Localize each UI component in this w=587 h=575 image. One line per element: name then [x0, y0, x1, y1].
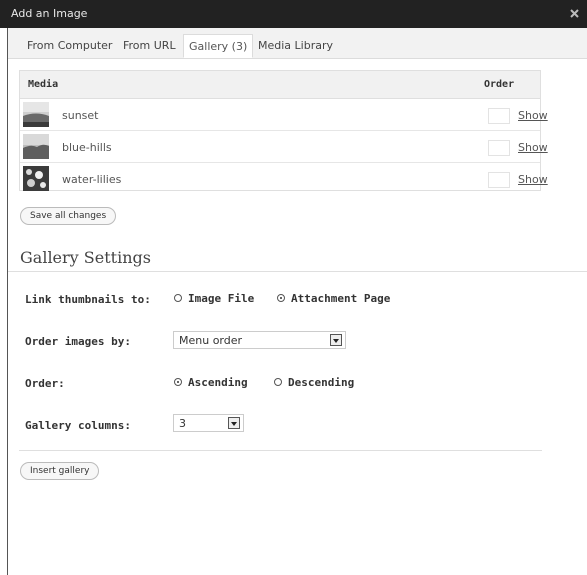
thumbnail-water-lilies	[23, 166, 49, 191]
show-link[interactable]: Show	[518, 173, 548, 186]
dialog-body: From Computer From URL Gallery (3) Media…	[7, 28, 587, 575]
media-name: sunset	[62, 109, 99, 122]
radio-ascending-icon[interactable]	[174, 378, 182, 386]
order-images-by-label: Order images by:	[25, 335, 131, 348]
radio-descending-label: Descending	[288, 376, 355, 389]
thumbnail-blue-hills	[23, 134, 49, 159]
media-name: water-lilies	[62, 173, 122, 186]
tab-from-computer[interactable]: From Computer	[27, 39, 112, 52]
table-row: water-lilies Show	[20, 163, 548, 194]
radio-image-file-label: Image File	[188, 292, 255, 305]
media-name: blue-hills	[62, 141, 112, 154]
gallery-columns-value: 3	[179, 417, 186, 430]
gallery-columns-select[interactable]: 3	[173, 414, 244, 432]
radio-ascending[interactable]: Ascending	[174, 376, 248, 389]
media-table: Media Order sunset Show blue-hills Show	[19, 70, 548, 194]
radio-ascending-label: Ascending	[188, 376, 248, 389]
insert-gallery-button[interactable]: Insert gallery	[20, 462, 100, 480]
radio-descending-icon[interactable]	[274, 378, 282, 386]
table-header: Media Order	[20, 71, 540, 99]
order-input[interactable]	[488, 108, 510, 124]
radio-attachment-page-icon[interactable]	[277, 294, 285, 302]
order-input[interactable]	[488, 172, 510, 188]
column-header-order: Order	[484, 79, 515, 90]
order-images-by-value: Menu order	[179, 334, 243, 347]
show-link[interactable]: Show	[518, 141, 548, 154]
order-input[interactable]	[488, 140, 510, 156]
order-label: Order:	[25, 377, 65, 390]
thumbnail-sunset	[23, 102, 49, 127]
save-all-changes-button[interactable]: Save all changes	[20, 207, 117, 225]
radio-image-file[interactable]: Image File	[174, 292, 254, 305]
link-thumbnails-label: Link thumbnails to:	[25, 293, 151, 306]
close-icon[interactable]	[569, 8, 580, 19]
tab-gallery[interactable]: Gallery (3)	[183, 34, 254, 58]
section-divider	[19, 450, 542, 451]
radio-descending[interactable]: Descending	[274, 376, 354, 389]
radio-attachment-page-label: Attachment Page	[291, 292, 391, 305]
tab-media-library[interactable]: Media Library	[258, 39, 333, 52]
order-images-by-select[interactable]: Menu order	[173, 331, 346, 349]
dialog-titlebar: Add an Image	[0, 0, 587, 28]
radio-attachment-page[interactable]: Attachment Page	[277, 292, 390, 305]
gallery-settings-heading: Gallery Settings	[20, 248, 151, 267]
dialog-title: Add an Image	[11, 7, 88, 20]
dropdown-arrow-icon[interactable]	[330, 334, 342, 346]
show-link[interactable]: Show	[518, 109, 548, 122]
table-row: sunset Show	[20, 99, 548, 131]
radio-image-file-icon[interactable]	[174, 294, 182, 302]
section-divider	[8, 271, 587, 272]
column-header-media: Media	[28, 79, 59, 90]
tab-bar: From Computer From URL Gallery (3) Media…	[8, 28, 587, 59]
table-row: blue-hills Show	[20, 131, 548, 163]
dropdown-arrow-icon[interactable]	[228, 417, 240, 429]
gallery-columns-label: Gallery columns:	[25, 419, 131, 432]
tab-from-url[interactable]: From URL	[123, 39, 176, 52]
